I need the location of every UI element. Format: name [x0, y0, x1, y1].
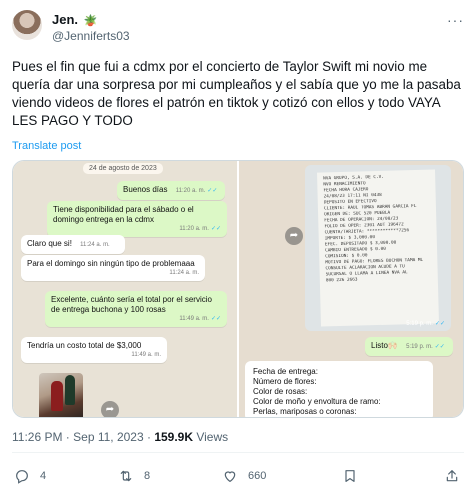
message-time: 11:49 a. m.: [131, 352, 161, 358]
read-check-icon: ✓✓: [210, 226, 221, 232]
chat-message: Excelente, cuánto sería el total por el …: [51, 295, 212, 314]
message-time: 5:19 p. m.: [406, 344, 433, 350]
chat-bubble: Tiene disponibilidad para el sábado o el…: [47, 201, 227, 237]
read-check-icon: ✓✓: [434, 321, 445, 327]
reply-button[interactable]: 4: [14, 466, 46, 486]
tweet-metadata: 11:26 PM · Sep 11, 2023 · 159.9K Views: [12, 430, 228, 444]
photo-figure: [65, 375, 75, 405]
display-name[interactable]: Jen. 🪴: [52, 12, 97, 27]
chat-message: Listo🙌🏻: [371, 341, 398, 350]
tweet-header: Jen. 🪴 @Jenniferts03 ···: [12, 10, 464, 48]
reply-icon: [16, 470, 28, 484]
tweet-timestamp[interactable]: 11:26 PM · Sep 11, 2023 ·: [12, 430, 154, 444]
form-line: Fecha de entrega:: [253, 367, 318, 376]
chat-message: Buenos días: [123, 185, 168, 194]
form-line: Perlas, mariposas o coronas:: [253, 407, 357, 416]
chat-message: Para el domingo sin ningún tipo de probl…: [27, 259, 195, 268]
order-form-message: Fecha de entrega: Número de flores: Colo…: [245, 361, 433, 417]
repost-icon: [120, 470, 132, 482]
like-button[interactable]: 660: [222, 466, 266, 486]
read-check-icon: ✓✓: [207, 188, 218, 194]
chat-message: Claro que si!: [27, 239, 72, 248]
message-time: 11:49 a. m.: [179, 316, 209, 322]
tweet-text: Pues el fin que fui a cdmx por el concie…: [12, 59, 461, 128]
chat-bubble: Tendría un costo total de $3,000 11:49 a…: [21, 337, 167, 363]
form-line: Color de moño y envoltura de ramo:: [253, 397, 381, 406]
date-pill: 24 de agosto de 2023: [83, 163, 163, 174]
message-time: 11:24 a. m.: [169, 270, 199, 276]
receipt-photo[interactable]: NVA GRUPO, S.A. DE C.V. NVO RENACIMIENTO…: [305, 165, 451, 331]
chat-bubble: Buenos días 11:20 a. m. ✓✓: [117, 181, 225, 200]
read-check-icon: ✓✓: [434, 344, 445, 350]
divider: [12, 452, 464, 453]
bookmark-button[interactable]: [342, 466, 368, 486]
message-time: 11:24 a. m.: [80, 242, 110, 248]
message-time: 5:19 p. m.: [406, 321, 433, 327]
share-icon: [446, 470, 458, 482]
action-bar: 4 8 660: [12, 466, 464, 486]
translate-post-link[interactable]: Translate post: [12, 140, 81, 152]
chat-bubble: Excelente, cuánto sería el total por el …: [45, 291, 227, 327]
chat-bubble: Listo🙌🏻 5:19 p. m. ✓✓: [365, 337, 453, 356]
chat-bubble: Claro que si! 11:24 a. m.: [21, 235, 125, 254]
message-time: 11:20 a. m.: [179, 226, 209, 232]
chat-screenshot-right[interactable]: ➦ NVA GRUPO, S.A. DE C.V. NVO RENACIMIEN…: [239, 161, 463, 417]
media-attachment[interactable]: 24 de agosto de 2023 Buenos días 11:20 a…: [12, 160, 464, 418]
reply-count: 4: [40, 470, 47, 482]
views-label: Views: [193, 430, 229, 444]
forward-icon[interactable]: ➦: [101, 401, 119, 417]
avatar[interactable]: [12, 10, 42, 40]
user-handle[interactable]: @Jenniferts03: [52, 29, 130, 43]
share-button[interactable]: [444, 466, 470, 486]
deposit-receipt: NVA GRUPO, S.A. DE C.V. NVO RENACIMIENTO…: [317, 169, 439, 327]
forward-icon[interactable]: ➦: [285, 227, 303, 245]
plant-emoji-icon: 🪴: [83, 15, 98, 27]
read-check-icon: ✓✓: [210, 316, 221, 322]
repost-count: 8: [144, 470, 151, 482]
chat-screenshot-left[interactable]: 24 de agosto de 2023 Buenos días 11:20 a…: [13, 161, 237, 417]
photo-figure: [51, 381, 63, 411]
like-count: 660: [248, 470, 267, 482]
form-line: Número de flores:: [253, 377, 317, 386]
bookmark-icon: [345, 470, 355, 482]
display-name-text[interactable]: Jen.: [52, 12, 78, 27]
chat-message: Tendría un costo total de $3,000: [27, 341, 142, 350]
views-count[interactable]: 159.9K: [154, 430, 193, 444]
chat-message: Tiene disponibilidad para el sábado o el…: [53, 205, 194, 224]
more-options-icon[interactable]: ···: [447, 12, 464, 28]
form-line: Color de rosas:: [253, 387, 308, 396]
chat-bubble: Para el domingo sin ningún tipo de probl…: [21, 255, 205, 281]
repost-button[interactable]: 8: [118, 466, 150, 486]
heart-icon: [224, 471, 236, 482]
message-time: 11:20 a. m.: [175, 188, 206, 194]
